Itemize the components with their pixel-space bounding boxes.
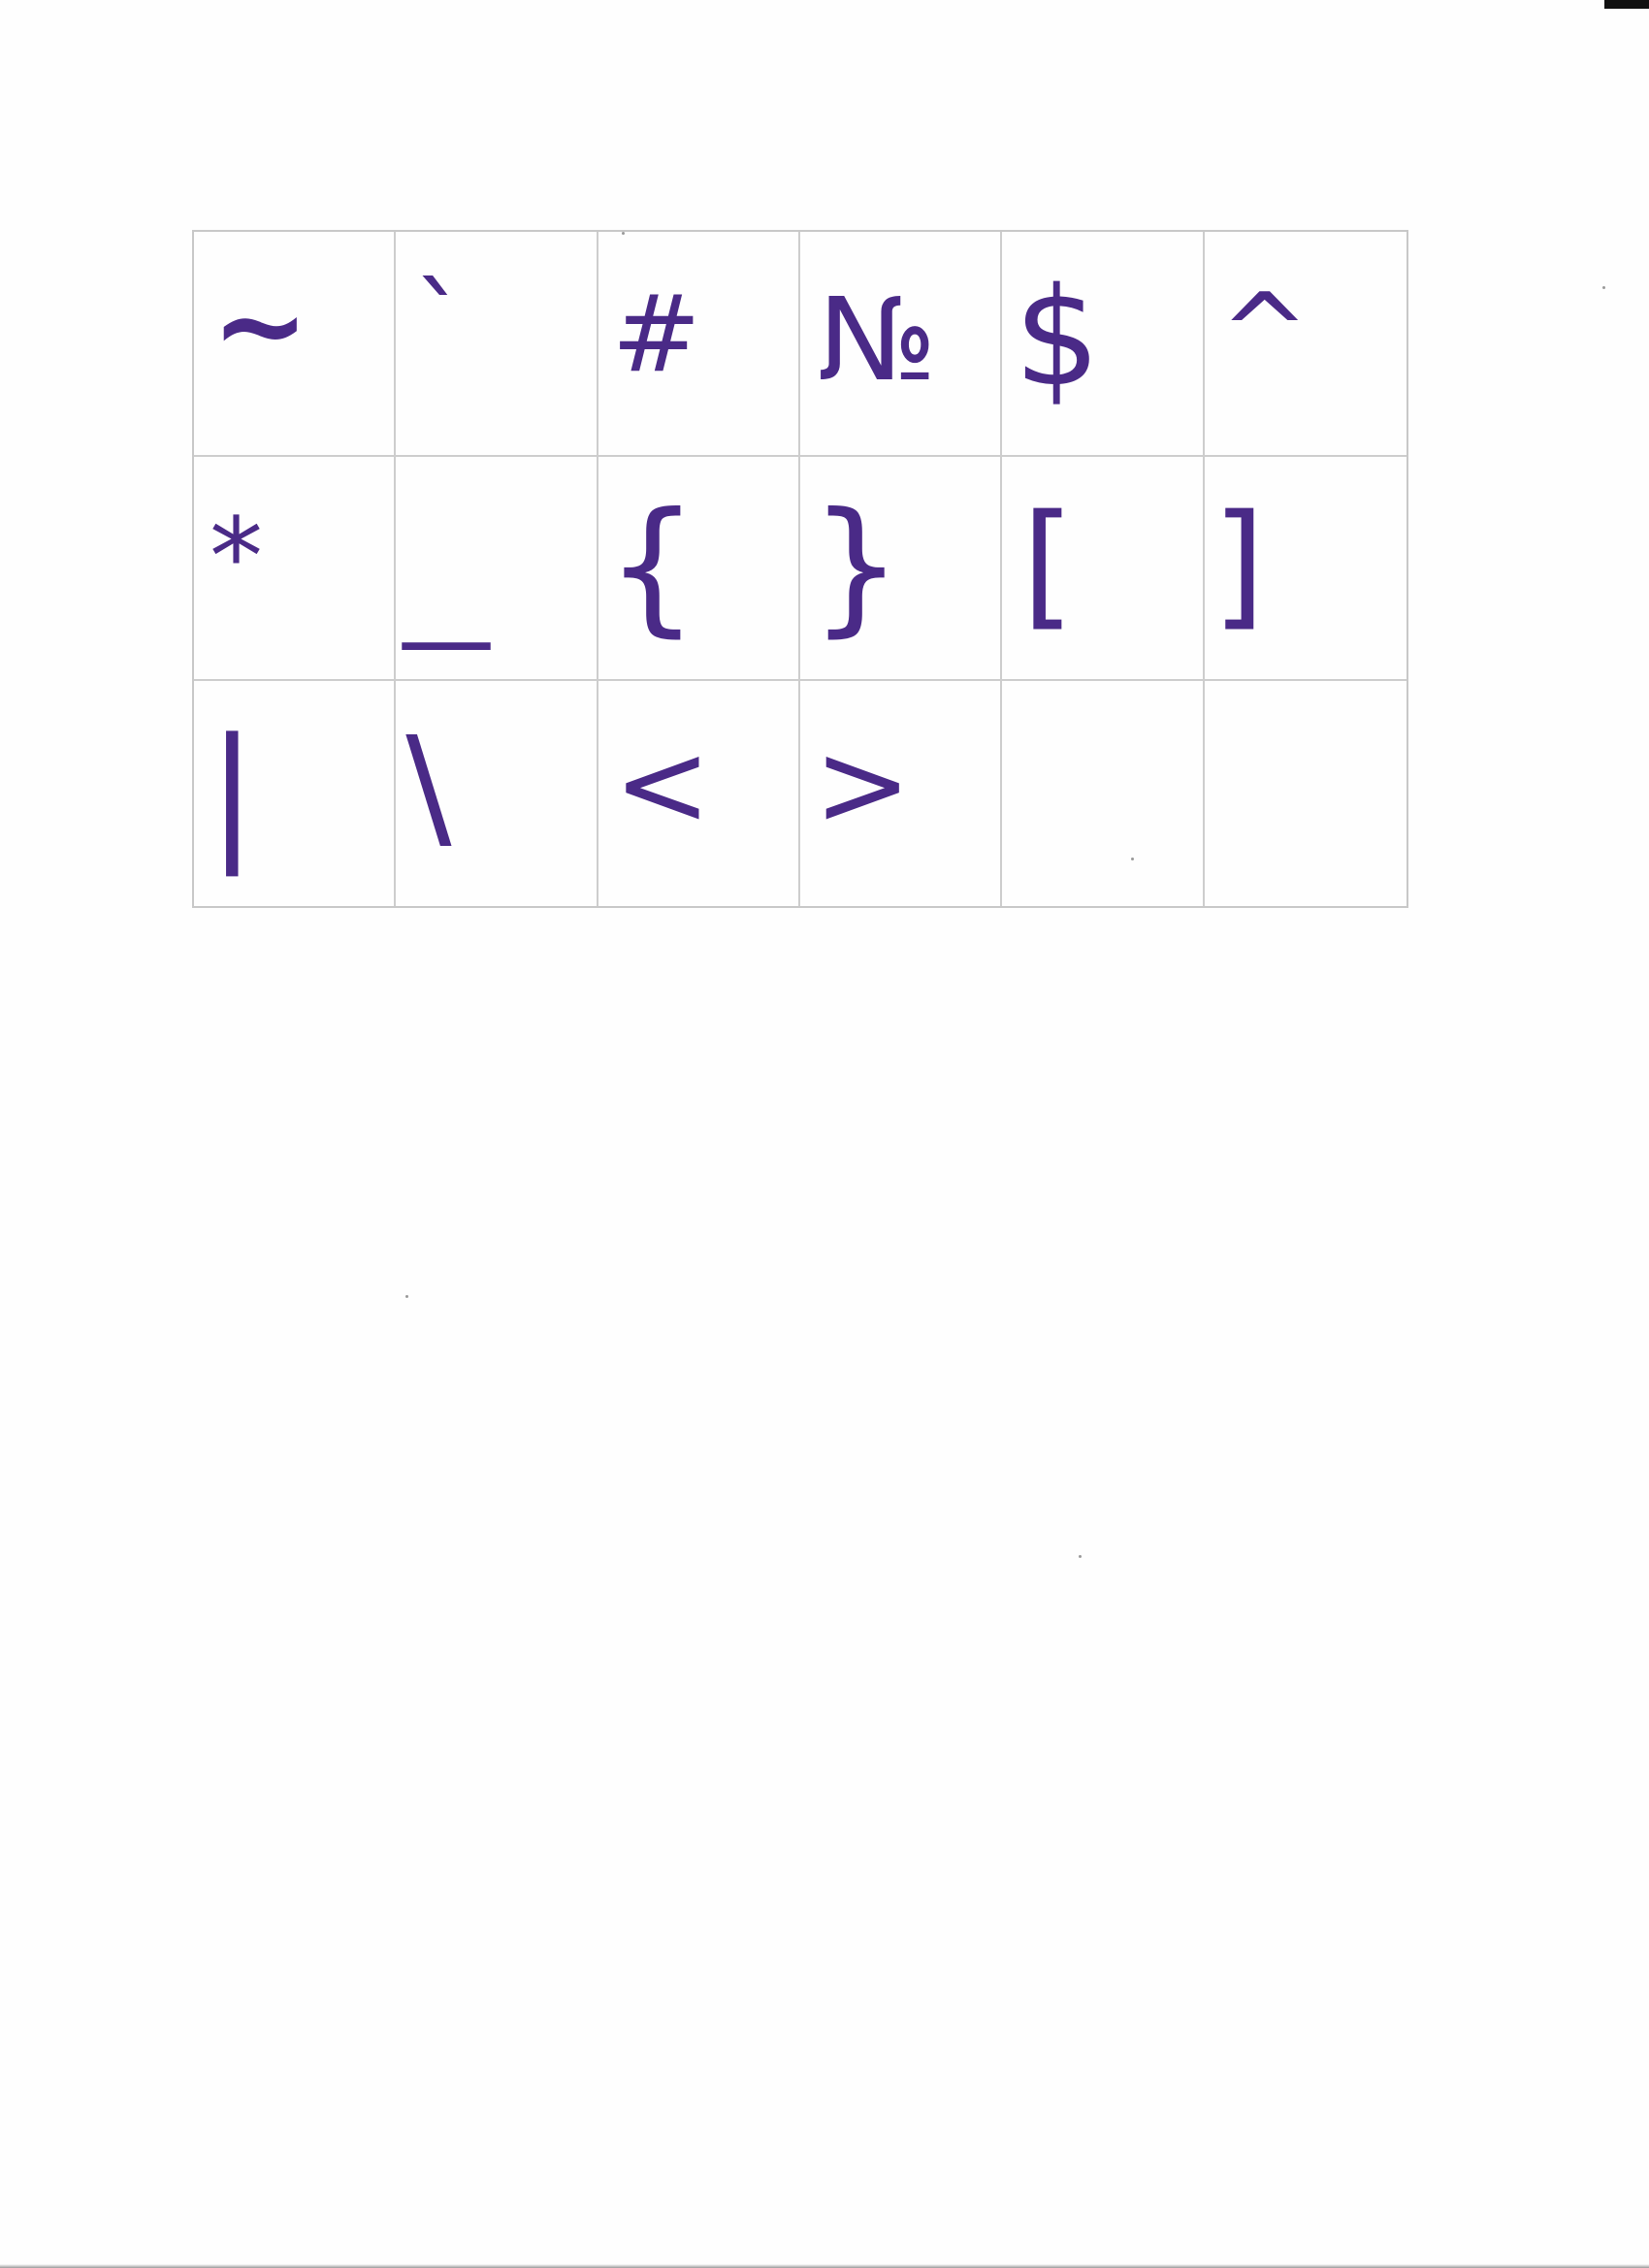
glyph-cell-numero: № (799, 232, 1003, 457)
glyph-backslash: \ (405, 708, 452, 867)
glyph-greater-than: > (813, 718, 912, 854)
glyph-cell-left-brace: { (598, 456, 800, 682)
glyph-right-brace: } (809, 481, 903, 651)
paper-speck (1602, 286, 1605, 289)
glyph-tilde: ~ (211, 259, 309, 394)
scan-edge-mark (1604, 0, 1649, 9)
glyph-cell-caret: ^ (1204, 232, 1406, 457)
glyph-backtick: ` (413, 262, 468, 386)
paper-speck (405, 1295, 408, 1298)
glyph-caret: ^ (1219, 270, 1310, 394)
paper-speck (1079, 1555, 1082, 1558)
glyph-asterisk: * (210, 494, 263, 619)
glyph-cell-tilde: ~ (194, 232, 397, 457)
glyph-cell-asterisk: * (194, 456, 397, 682)
glyph-less-than: < (613, 718, 712, 854)
glyph-right-bracket: ] (1212, 485, 1266, 644)
glyph-cell-underscore: _ (396, 456, 598, 682)
glyph-pipe: | (208, 708, 257, 878)
glyph-cell-backtick: ` (396, 232, 598, 457)
glyph-cell-hash: # (598, 232, 800, 457)
glyph-cell-dollar: $ (1002, 232, 1205, 457)
glyph-underscore: _ (404, 525, 490, 650)
scan-bottom-edge (0, 2264, 1649, 2268)
glyph-cell-empty (1002, 681, 1205, 906)
glyph-cell-left-bracket: [ (1002, 456, 1205, 682)
glyph-cell-backslash: \ (396, 681, 598, 906)
glyph-hash: # (611, 272, 701, 396)
glyph-table: ~ ` # № $ ^ * _ { } [ ] | \ < > (192, 230, 1408, 908)
glyph-numero: № (817, 273, 937, 406)
glyph-cell-right-bracket: ] (1204, 457, 1406, 682)
glyph-cell-empty (1205, 681, 1406, 906)
glyph-cell-pipe: | (194, 681, 397, 906)
glyph-cell-right-brace: } (799, 456, 1003, 682)
glyph-cell-greater-than: > (800, 681, 1003, 906)
glyph-left-brace: { (605, 481, 699, 651)
glyph-dollar: $ (1014, 259, 1101, 417)
glyph-left-bracket: [ (1021, 485, 1075, 644)
glyph-cell-less-than: < (598, 681, 800, 906)
